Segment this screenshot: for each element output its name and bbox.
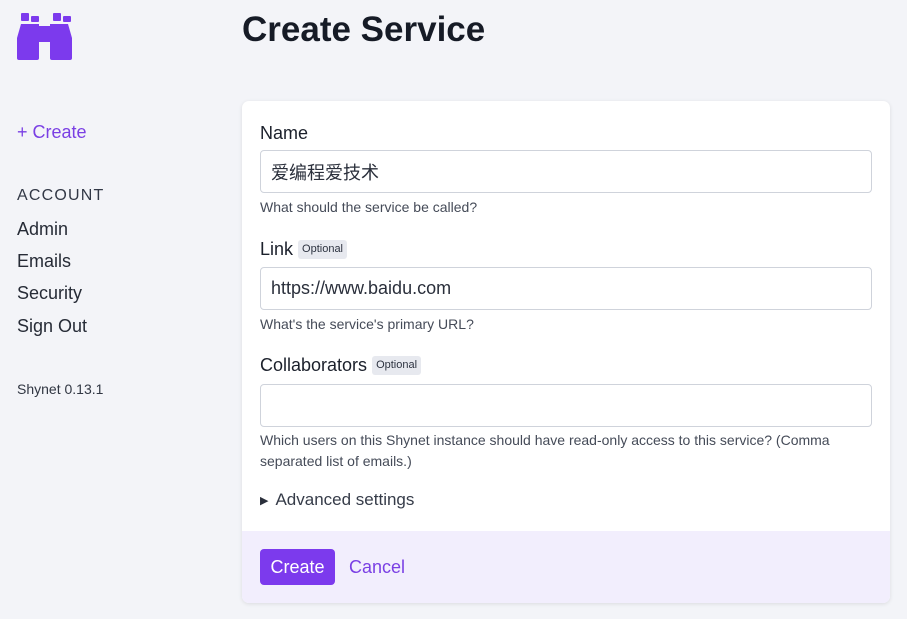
sidebar-item-sign-out[interactable]: Sign Out	[17, 316, 87, 337]
collaborators-label: Collaborators Optional	[260, 355, 422, 376]
page-title: Create Service	[242, 10, 486, 49]
optional-badge: Optional	[372, 356, 422, 375]
sidebar-item-emails[interactable]: Emails	[17, 251, 71, 272]
sidebar-item-security[interactable]: Security	[17, 283, 82, 304]
collaborators-label-text: Collaborators	[260, 355, 368, 375]
name-label-text: Name	[260, 123, 309, 143]
advanced-settings-label: Advanced settings	[275, 490, 415, 509]
name-label: Name	[260, 123, 308, 144]
form-footer: Create Cancel	[242, 531, 890, 603]
link-help-text: What's the service's primary URL?	[260, 316, 474, 332]
collaborators-input[interactable]	[260, 384, 872, 427]
collaborators-help-text: Which users on this Shynet instance shou…	[260, 432, 830, 469]
binoculars-logo-icon[interactable]	[17, 13, 72, 60]
create-link[interactable]: + Create	[17, 122, 87, 143]
name-help-text: What should the service be called?	[260, 199, 478, 215]
sidebar-item-admin[interactable]: Admin	[17, 219, 68, 240]
cancel-link[interactable]: Cancel	[349, 557, 405, 578]
name-input[interactable]	[260, 150, 872, 193]
account-section-title: ACCOUNT	[17, 187, 105, 204]
triangle-right-icon: ▶	[260, 494, 269, 507]
advanced-settings-toggle[interactable]: ▶ Advanced settings	[260, 490, 414, 510]
link-label-text: Link	[260, 239, 294, 259]
optional-badge: Optional	[298, 240, 348, 259]
link-input[interactable]	[260, 267, 872, 310]
create-button[interactable]: Create	[260, 549, 335, 585]
version-text: Shynet 0.13.1	[17, 381, 104, 397]
create-service-form: Name What should the service be called? …	[242, 101, 890, 603]
link-label: Link Optional	[260, 239, 348, 260]
